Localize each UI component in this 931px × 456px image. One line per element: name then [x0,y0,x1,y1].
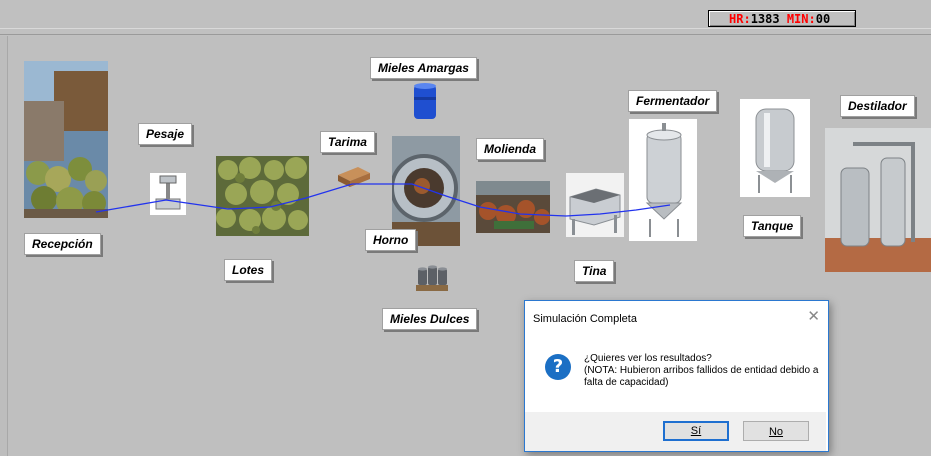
bitter-honey-drum-image[interactable] [411,81,439,121]
dialog-note: (NOTA: Hubieron arribos fallidos de enti… [584,365,819,388]
top-bar-rule [0,28,931,29]
question-icon: ? [545,354,571,380]
sweet-honey-barrels-image[interactable] [415,261,449,293]
simulation-clock: HR:1383 MIN:00 [708,10,856,27]
dialog-button-bar: Sí No [525,412,826,451]
fermenter-image[interactable] [629,119,697,241]
mill-image[interactable] [476,181,550,233]
storage-tank-image[interactable] [740,99,810,197]
top-status-bar: HR:1383 MIN:00 [0,0,931,35]
hour-value: 1383 [750,12,780,26]
no-button-label: No [768,426,784,438]
label-horno: Horno [365,229,417,251]
scale-image[interactable] [150,173,186,215]
reception-truck-image[interactable] [24,61,108,218]
label-tarima: Tarima [320,131,375,153]
label-pesaje: Pesaje [138,123,193,145]
minute-value: 00 [815,12,831,26]
label-tanque: Tanque [743,215,802,237]
dialog-title: Simulación Completa [533,313,637,325]
hour-label: HR: [729,12,751,26]
yes-button-label: Sí [690,425,702,437]
label-tina: Tina [574,260,615,282]
label-lotes: Lotes [224,259,273,281]
label-mieles-amargas: Mieles Amargas [370,57,477,79]
dialog-message: ¿Quieres ver los resultados? (NOTA: Hubi… [584,353,819,389]
label-fermentador: Fermentador [628,90,718,112]
label-molienda: Molienda [476,138,545,160]
label-mieles-dulces: Mieles Dulces [382,308,478,330]
label-recepcion: Recepción [24,233,101,255]
batches-agave-image[interactable] [216,156,309,236]
minute-label: MIN: [786,12,816,26]
vat-image[interactable] [566,173,624,237]
left-panel-edge [0,36,8,456]
simulation-complete-dialog: Simulación Completa ✕ ? ¿Quieres ver los… [524,300,829,452]
dialog-question: ¿Quieres ver los resultados? [584,353,712,364]
no-button[interactable]: No [743,421,809,441]
yes-button[interactable]: Sí [663,421,729,441]
label-destilador: Destilador [840,95,915,117]
pallet-image[interactable] [336,165,372,189]
close-icon[interactable]: ✕ [807,309,820,324]
distiller-image[interactable] [825,128,931,272]
